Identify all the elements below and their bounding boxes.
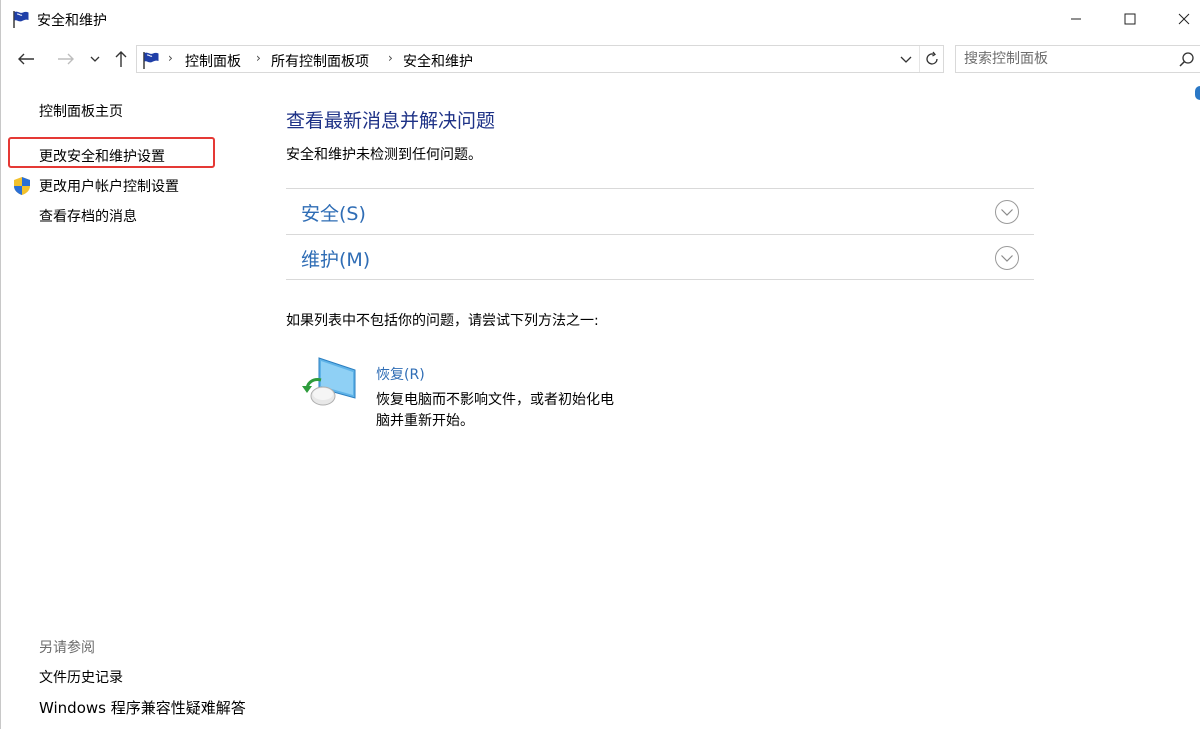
sidebar-change-uac-settings[interactable]: 更改用户帐户控制设置 — [39, 176, 179, 196]
refresh-button[interactable] — [919, 46, 943, 72]
arrow-left-icon — [18, 53, 34, 65]
breadcrumb-all-items[interactable]: 所有控制面板项 — [271, 51, 369, 71]
sidebar-file-history[interactable]: 文件历史记录 — [39, 667, 123, 687]
sidebar-compatibility-troubleshooter[interactable]: Windows 程序兼容性疑难解答 — [39, 697, 246, 718]
close-icon — [1178, 13, 1190, 25]
recovery-description: 恢复电脑而不影响文件，或者初始化电脑并重新开始。 — [376, 392, 614, 429]
page-title: 查看最新消息并解决问题 — [286, 110, 496, 132]
close-button[interactable] — [1161, 0, 1200, 38]
recovery-link[interactable]: 恢复(R) — [376, 364, 425, 384]
sidebar-archived-messages[interactable]: 查看存档的消息 — [39, 206, 137, 226]
refresh-icon — [925, 51, 938, 65]
back-button[interactable] — [13, 47, 39, 71]
forward-button[interactable] — [53, 47, 79, 71]
arrow-right-icon — [58, 53, 74, 65]
see-also-heading: 另请参阅 — [39, 640, 95, 656]
arrow-up-icon — [115, 51, 127, 67]
breadcrumb-separator[interactable]: › — [256, 51, 261, 65]
security-maintenance-window: 安全和维护 › 控制面板 › 所有控制面板项 › 安全和维护 搜索控制面板 控制… — [0, 0, 1200, 729]
breadcrumb-separator[interactable]: › — [168, 51, 173, 65]
security-section-label[interactable]: 安全(S) — [301, 199, 366, 226]
breadcrumb-control-panel[interactable]: 控制面板 — [185, 51, 241, 71]
flag-icon — [143, 52, 159, 69]
recent-locations-button[interactable] — [87, 47, 103, 71]
recovery-icon — [302, 357, 356, 406]
up-button[interactable] — [109, 47, 133, 71]
search-box[interactable] — [955, 45, 1200, 73]
breadcrumb-current[interactable]: 安全和维护 — [403, 51, 473, 71]
window-title: 安全和维护 — [37, 13, 107, 29]
minimize-icon — [1071, 18, 1081, 20]
breadcrumb-separator[interactable]: › — [388, 51, 393, 65]
status-message: 安全和维护未检测到任何问题。 — [286, 147, 482, 163]
try-options-text: 如果列表中不包括你的问题，请尝试下列方法之一: — [286, 313, 599, 329]
maximize-icon — [1124, 13, 1136, 25]
title-bar: 安全和维护 — [1, 0, 1200, 38]
security-section[interactable]: 安全(S) — [286, 188, 1034, 234]
address-bar[interactable]: › 控制面板 › 所有控制面板项 › 安全和维护 — [136, 45, 944, 73]
search-input[interactable] — [964, 49, 1164, 69]
maintenance-section-label[interactable]: 维护(M) — [301, 245, 370, 272]
search-icon[interactable] — [1178, 51, 1196, 69]
chevron-down-icon — [900, 56, 912, 63]
maintenance-section[interactable]: 维护(M) — [286, 234, 1034, 280]
flag-icon — [13, 11, 29, 28]
sidebar-change-security-settings[interactable]: 更改安全和维护设置 — [39, 146, 165, 166]
edge-indicator — [1195, 86, 1200, 100]
shield-icon — [14, 177, 30, 195]
sidebar-control-panel-home[interactable]: 控制面板主页 — [39, 101, 123, 121]
minimize-button[interactable] — [1053, 0, 1099, 38]
address-history-dropdown[interactable] — [895, 46, 917, 72]
expand-chevron-icon[interactable] — [994, 245, 1020, 271]
maximize-button[interactable] — [1107, 0, 1153, 38]
chevron-down-icon — [90, 56, 100, 62]
expand-chevron-icon[interactable] — [994, 199, 1020, 225]
